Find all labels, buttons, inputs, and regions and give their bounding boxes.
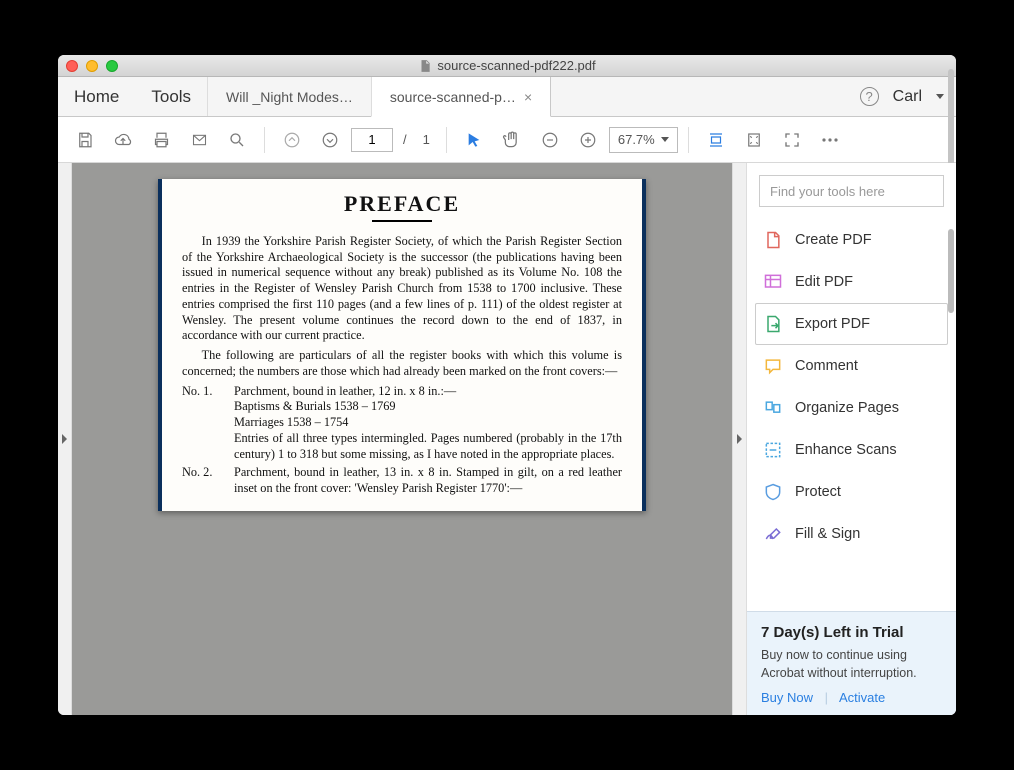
doc-heading: PREFACE [182,191,622,217]
content-area: PREFACE In 1939 the Yorkshire Parish Reg… [58,163,956,715]
tools-panel: Find your tools here Create PDF Edit PDF… [746,163,956,715]
pdf-file-icon [418,59,432,73]
email-icon[interactable] [182,123,216,157]
collapse-right-panel-button[interactable] [732,163,746,715]
chevron-down-icon[interactable] [936,94,944,99]
scrollbar-thumb[interactable] [948,229,954,313]
page-up-icon[interactable] [275,123,309,157]
fullscreen-icon[interactable] [775,123,809,157]
organize-pages-icon [763,398,783,418]
entry-body: Parchment, bound in leather, 12 in. x 8 … [234,384,622,463]
doc-paragraph: The following are particulars of all the… [182,348,622,379]
tab-label: source-scanned-p… [390,89,516,105]
document-tab-active[interactable]: source-scanned-p… × [371,77,551,117]
export-pdf-icon [763,314,783,334]
pdf-page: PREFACE In 1939 the Yorkshire Parish Reg… [158,179,646,511]
tools-list: Create PDF Edit PDF Export PDF Comment O… [747,219,956,611]
titlebar: source-scanned-pdf222.pdf [58,55,956,77]
tool-create-pdf[interactable]: Create PDF [747,219,956,261]
doc-entry: No. 2. Parchment, bound in leather, 13 i… [182,465,622,496]
edit-pdf-icon [763,272,783,292]
toolbar: / 1 67.7% [58,117,956,163]
fit-page-icon[interactable] [737,123,771,157]
minimize-window-button[interactable] [86,60,98,72]
zoom-window-button[interactable] [106,60,118,72]
window-controls [66,60,118,72]
page-down-icon[interactable] [313,123,347,157]
protect-icon [763,482,783,502]
enhance-scans-icon [763,440,783,460]
expand-left-panel-button[interactable] [58,163,72,715]
activate-link[interactable]: Activate [839,690,885,705]
document-view[interactable]: PREFACE In 1939 the Yorkshire Parish Reg… [72,163,732,715]
page-separator: / [403,132,407,147]
trial-banner: 7 Day(s) Left in Trial Buy now to contin… [747,611,956,715]
entry-label: No. 2. [182,465,234,496]
chevron-down-icon [661,137,669,142]
tools-button[interactable]: Tools [135,77,207,116]
create-pdf-icon [763,230,783,250]
document-tab[interactable]: Will _Night Modes… [207,77,371,116]
trial-message: Buy now to continue using Acrobat withou… [761,647,942,682]
doc-entry: No. 1. Parchment, bound in leather, 12 i… [182,384,622,463]
save-icon[interactable] [68,123,102,157]
tools-search-input[interactable]: Find your tools here [759,175,944,207]
user-menu[interactable]: Carl [893,88,922,106]
tool-edit-pdf[interactable]: Edit PDF [747,261,956,303]
entry-label: No. 1. [182,384,234,463]
tool-fill-sign[interactable]: Fill & Sign [747,513,956,555]
home-button[interactable]: Home [58,77,135,116]
tool-enhance-scans[interactable]: Enhance Scans [747,429,956,471]
fit-width-icon[interactable] [699,123,733,157]
select-tool-icon[interactable] [457,123,491,157]
close-window-button[interactable] [66,60,78,72]
separator: | [825,690,828,705]
entry-body: Parchment, bound in leather, 13 in. x 8 … [234,465,622,496]
zoom-in-icon[interactable] [571,123,605,157]
buy-now-link[interactable]: Buy Now [761,690,813,705]
print-icon[interactable] [144,123,178,157]
more-icon[interactable] [813,123,847,157]
tool-comment[interactable]: Comment [747,345,956,387]
tool-organize-pages[interactable]: Organize Pages [747,387,956,429]
zoom-out-icon[interactable] [533,123,567,157]
hand-tool-icon[interactable] [495,123,529,157]
zoom-select[interactable]: 67.7% [609,127,678,153]
search-icon[interactable] [220,123,254,157]
app-window: source-scanned-pdf222.pdf Home Tools Wil… [58,55,956,715]
tab-bar: Home Tools Will _Night Modes… source-sca… [58,77,956,117]
page-total: 1 [423,132,430,147]
fill-sign-icon [763,524,783,544]
window-title: source-scanned-pdf222.pdf [58,58,956,73]
comment-icon [763,356,783,376]
trial-title: 7 Day(s) Left in Trial [761,624,942,641]
close-tab-icon[interactable]: × [524,89,532,105]
divider [372,220,432,222]
help-icon[interactable]: ? [860,87,879,106]
cloud-upload-icon[interactable] [106,123,140,157]
tab-label: Will _Night Modes… [226,89,353,105]
page-number-input[interactable] [351,128,393,152]
tool-protect[interactable]: Protect [747,471,956,513]
tool-export-pdf[interactable]: Export PDF [755,303,948,345]
doc-paragraph: In 1939 the Yorkshire Parish Register So… [182,234,622,344]
